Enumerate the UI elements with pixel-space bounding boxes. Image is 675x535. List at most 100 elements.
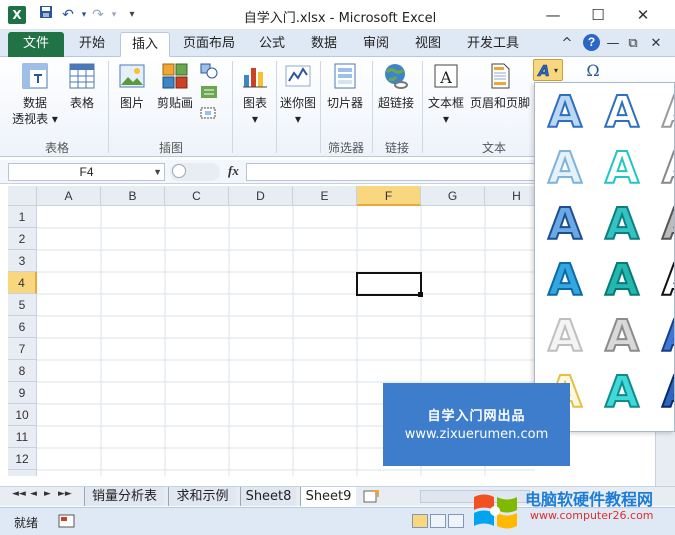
sheet-tab-sheet8[interactable]: Sheet8 — [240, 487, 296, 506]
vertical-scrollbar[interactable] — [655, 432, 675, 486]
sheet-tab-sum-example[interactable]: 求和示例 — [168, 487, 236, 506]
wordart-style-option[interactable]: A — [547, 86, 583, 139]
page-layout-view-icon[interactable] — [430, 514, 446, 528]
tab-formulas[interactable]: 公式 — [250, 32, 294, 57]
active-cell-f4[interactable] — [356, 272, 422, 296]
header-footer-button[interactable]: 页眉和页脚 — [468, 61, 532, 111]
tab-file[interactable]: 文件 — [8, 32, 64, 57]
formula-bar-splitter[interactable] — [170, 163, 220, 181]
row-header[interactable]: 5 — [8, 294, 37, 316]
row-header[interactable]: 12 — [8, 448, 37, 470]
close-button[interactable]: ✕ — [622, 0, 664, 30]
maximize-button[interactable]: ☐ — [577, 0, 619, 30]
ribbon-tabs: 文件 开始 插入 页面布局 公式 数据 审阅 视图 开发工具 ^ — ⧉ ✕ — [0, 30, 675, 57]
name-box[interactable]: F4 ▼ — [8, 163, 165, 181]
title-bar: X ↶ ▾ ↷ ▾ ▾ 自学入门.xlsx - Microsoft Excel … — [0, 0, 675, 30]
tab-view[interactable]: 视图 — [406, 32, 450, 57]
column-header[interactable]: G — [421, 186, 485, 206]
textbox-button[interactable]: A 文本框 ▾ — [424, 61, 468, 127]
macro-record-icon[interactable] — [58, 513, 76, 529]
minimize-button[interactable]: — — [532, 0, 574, 30]
screenshot-icon[interactable] — [200, 105, 218, 121]
fill-handle[interactable] — [418, 292, 423, 297]
workbook-restore-icon[interactable]: ⧉ — [625, 35, 641, 52]
wordart-style-option[interactable]: A — [661, 366, 675, 419]
wordart-style-option[interactable]: A — [661, 254, 675, 307]
last-sheet-icon[interactable]: ►► — [58, 489, 72, 499]
row-header[interactable]: 6 — [8, 316, 37, 338]
slicer-button[interactable]: 切片器 — [322, 61, 368, 111]
row-header[interactable]: 7 — [8, 338, 37, 360]
column-header[interactable]: C — [165, 186, 229, 206]
picture-button[interactable]: 图片 — [112, 61, 152, 111]
customize-quick-access-icon[interactable]: ▾ — [122, 5, 142, 25]
sheet-tab-sales[interactable]: 销量分析表 — [84, 487, 164, 506]
wordart-style-option[interactable]: A — [604, 254, 640, 307]
sheet-tab-sheet9[interactable]: Sheet9 — [300, 487, 356, 506]
row-header[interactable]: 11 — [8, 426, 37, 448]
wordart-style-option[interactable]: A — [604, 142, 640, 195]
wordart-style-option[interactable]: A — [661, 86, 675, 139]
page-break-view-icon[interactable] — [448, 514, 464, 528]
insert-function-icon[interactable]: fx — [228, 163, 239, 179]
tab-data[interactable]: 数据 — [302, 32, 346, 57]
row-header[interactable]: 10 — [8, 404, 37, 426]
wordart-button[interactable]: A ▾ — [533, 59, 563, 81]
brand-logo: 电脑软硬件教程网 www.computer26.com — [470, 484, 675, 529]
wordart-style-option[interactable]: A — [661, 310, 675, 363]
formula-input[interactable] — [246, 163, 546, 181]
textbox-dropdown-icon: ▾ — [442, 112, 450, 126]
sparkline-button[interactable]: 迷你图 ▾ — [278, 61, 318, 127]
tab-page-layout[interactable]: 页面布局 — [176, 32, 242, 57]
wordart-style-option[interactable]: A — [547, 254, 583, 307]
row-header[interactable]: 2 — [8, 228, 37, 250]
row-header[interactable]: 1 — [8, 206, 37, 228]
pivot-table-button[interactable]: 数据 透视表 ▾ — [8, 61, 62, 127]
wordart-style-option[interactable]: A — [661, 198, 675, 251]
symbol-button[interactable]: Ω — [578, 61, 608, 83]
column-header-selected[interactable]: F — [357, 186, 421, 206]
wordart-style-option[interactable]: A — [604, 198, 640, 251]
save-icon[interactable] — [36, 5, 56, 25]
redo-dropdown-icon[interactable]: ▾ — [104, 5, 124, 25]
column-header[interactable]: E — [293, 186, 357, 206]
row-header[interactable]: 13 — [8, 470, 37, 476]
row-header[interactable]: 3 — [8, 250, 37, 272]
wordart-style-option[interactable]: A — [604, 366, 640, 419]
smartart-icon[interactable] — [200, 84, 218, 100]
minimize-ribbon-icon[interactable]: ^ — [560, 35, 574, 52]
help-icon[interactable]: ? — [583, 34, 600, 51]
row-header[interactable]: 8 — [8, 360, 37, 382]
workbook-minimize-icon[interactable]: — — [605, 35, 621, 52]
wordart-style-option[interactable]: A — [661, 142, 675, 195]
shapes-icon[interactable] — [200, 63, 218, 79]
select-all-corner[interactable] — [8, 186, 37, 206]
insert-sheet-icon[interactable] — [362, 489, 380, 504]
name-box-dropdown-icon[interactable]: ▼ — [153, 164, 162, 180]
clipart-button[interactable]: 剪贴画 — [154, 61, 196, 111]
next-sheet-icon[interactable]: ► — [44, 489, 51, 499]
row-header[interactable]: 9 — [8, 382, 37, 404]
wordart-style-option[interactable]: A — [604, 310, 640, 363]
tab-home[interactable]: 开始 — [68, 32, 116, 57]
tab-developer[interactable]: 开发工具 — [458, 32, 528, 57]
row-header-selected[interactable]: 4 — [8, 272, 37, 294]
wordart-style-option[interactable]: A — [547, 142, 583, 195]
svg-text:A: A — [537, 62, 550, 80]
workbook-close-icon[interactable]: ✕ — [648, 35, 664, 52]
column-header[interactable]: A — [37, 186, 101, 206]
table-button[interactable]: 表格 — [62, 61, 102, 111]
hyperlink-button[interactable]: 超链接 — [374, 61, 418, 111]
first-sheet-icon[interactable]: ◄◄ — [12, 489, 26, 499]
normal-view-icon[interactable] — [412, 514, 428, 528]
column-header[interactable]: D — [229, 186, 293, 206]
wordart-style-option[interactable]: A — [604, 86, 640, 139]
tab-review[interactable]: 审阅 — [354, 32, 398, 57]
prev-sheet-icon[interactable]: ◄ — [30, 489, 37, 499]
wordart-style-option[interactable]: A — [547, 198, 583, 251]
column-header[interactable]: B — [101, 186, 165, 206]
wordart-style-option[interactable]: A — [547, 310, 583, 363]
chart-button[interactable]: 图表 ▾ — [236, 61, 274, 127]
column-header[interactable]: H — [485, 186, 535, 206]
tab-insert[interactable]: 插入 — [120, 32, 170, 57]
